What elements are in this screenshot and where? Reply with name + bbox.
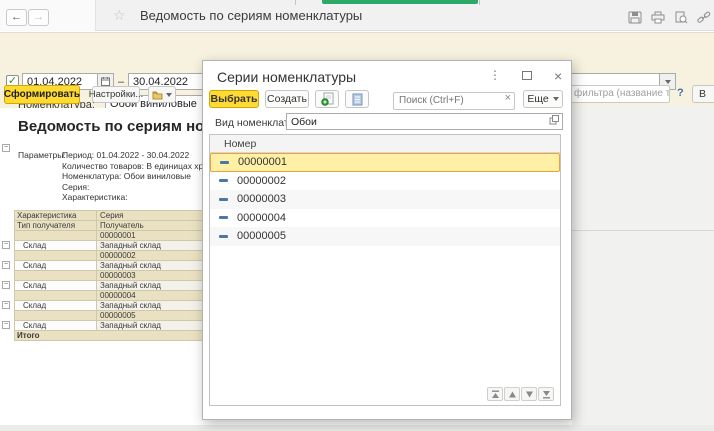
collapse-row-icon[interactable]: − — [2, 281, 10, 289]
series-number: 00000005 — [237, 230, 286, 242]
dialog-maximize-icon[interactable] — [522, 71, 532, 80]
search-input[interactable] — [393, 92, 515, 110]
report-cell — [15, 231, 97, 241]
report-cell — [15, 291, 97, 301]
collapse-row-icon[interactable]: − — [2, 261, 10, 269]
report-params-label: Параметры: — [18, 150, 66, 161]
more-button[interactable]: Еще — [523, 90, 563, 108]
report-cell: Склад — [15, 301, 97, 311]
folder-icon — [152, 90, 163, 100]
chevron-down-icon — [166, 93, 172, 97]
report-cell — [15, 251, 97, 261]
param-line: Количество товаров: В единицах хр — [62, 161, 203, 172]
dialog-title: Серии номенклатуры — [217, 69, 356, 85]
param-line: Характеристика: — [62, 192, 203, 203]
series-row[interactable]: 00000005 — [210, 227, 560, 246]
series-number: 00000002 — [237, 175, 286, 187]
report-cell — [15, 271, 97, 281]
page-title: Ведомость по сериям номенклатуры — [140, 8, 362, 23]
save-icon[interactable] — [628, 11, 644, 25]
collapse-row-icon[interactable]: − — [2, 321, 10, 329]
view-kind-field[interactable]: Обои — [286, 113, 563, 130]
print-icon[interactable] — [651, 11, 667, 25]
report-params: Период: 01.04.2022 - 30.04.2022 Количест… — [62, 150, 203, 203]
collapse-row-icon[interactable]: − — [2, 301, 10, 309]
collapse-row-icon[interactable]: − — [2, 241, 10, 249]
link-icon[interactable] — [697, 11, 713, 25]
document-icon — [352, 93, 363, 106]
report-cell: Склад — [15, 261, 97, 271]
back-button[interactable]: ← — [6, 9, 27, 26]
settings-button[interactable]: Настройки... — [92, 86, 140, 103]
item-dash-icon — [219, 179, 228, 182]
view-kind-value[interactable]: Обои — [287, 116, 549, 128]
top-bar: ← → ☆ Ведомость по сериям номенклатуры — [0, 0, 714, 31]
select-button[interactable]: Выбрать — [209, 90, 259, 108]
series-number: 00000001 — [238, 156, 287, 168]
item-dash-icon — [219, 235, 228, 238]
series-row[interactable]: 00000001 — [210, 153, 560, 172]
report-title: Ведомость по сериям но — [18, 118, 204, 135]
param-line: Период: 01.04.2022 - 30.04.2022 — [62, 150, 203, 161]
panel-divider — [572, 230, 714, 231]
right-background-panel — [572, 106, 714, 431]
go-last-button[interactable] — [538, 387, 554, 401]
more-button-label: Еще — [527, 93, 548, 105]
tab-separator — [479, 0, 480, 5]
report-cell: Характеристика — [15, 211, 97, 221]
go-first-button[interactable] — [487, 387, 503, 401]
list-nav-buttons — [487, 387, 554, 401]
series-number: 00000004 — [237, 212, 286, 224]
report-cell: Склад — [15, 321, 97, 331]
open-icon[interactable] — [549, 115, 559, 128]
document-plus-icon — [321, 92, 334, 106]
report-cell: Склад — [15, 281, 97, 291]
search-box[interactable]: × — [393, 90, 515, 108]
copy-button[interactable] — [345, 90, 369, 108]
item-dash-icon — [220, 161, 229, 164]
forward-button[interactable]: → — [28, 9, 49, 26]
preview-icon[interactable] — [674, 11, 690, 25]
favorite-star-icon[interactable]: ☆ — [113, 7, 126, 24]
generate-button[interactable]: Сформировать — [4, 85, 80, 104]
series-row[interactable]: 00000002 — [210, 172, 560, 191]
search-clear-icon[interactable]: × — [505, 92, 511, 104]
tab-separator — [295, 0, 296, 5]
series-row[interactable]: 00000003 — [210, 190, 560, 209]
series-selection-dialog: Серии номенклатуры ⋮ × Выбрать Создать ×… — [202, 60, 572, 420]
go-prev-button[interactable] — [504, 387, 520, 401]
report-variants-button[interactable] — [148, 86, 176, 103]
param-line: Серия: — [62, 182, 203, 193]
dialog-menu-icon[interactable]: ⋮ — [489, 68, 501, 82]
param-line: Номенклатура: Обои виниловые — [62, 171, 203, 182]
item-dash-icon — [219, 216, 228, 219]
create-group-button[interactable] — [315, 90, 339, 108]
column-header-number[interactable]: Номер — [210, 135, 560, 153]
help-button[interactable]: ? — [677, 87, 684, 99]
bottom-strip — [0, 425, 714, 431]
report-cell — [15, 311, 97, 321]
series-row[interactable]: 00000004 — [210, 209, 560, 228]
collapse-group-icon[interactable]: − — [2, 144, 10, 152]
go-next-button[interactable] — [521, 387, 537, 401]
create-button[interactable]: Создать — [265, 90, 309, 108]
chevron-down-icon — [553, 97, 559, 101]
app-window: { "topbar": { "title": "Ведомость по сер… — [0, 0, 714, 431]
dialog-close-icon[interactable]: × — [554, 68, 562, 84]
partial-right-button[interactable]: В — [692, 85, 714, 103]
series-list: Номер 00000001 00000002 00000003 00000004 00… — [209, 134, 561, 406]
report-cell: Склад — [15, 241, 97, 251]
report-cell: Тип получателя — [15, 221, 97, 231]
series-number: 00000003 — [237, 193, 286, 205]
item-dash-icon — [219, 198, 228, 201]
active-tab-indicator — [322, 0, 478, 4]
